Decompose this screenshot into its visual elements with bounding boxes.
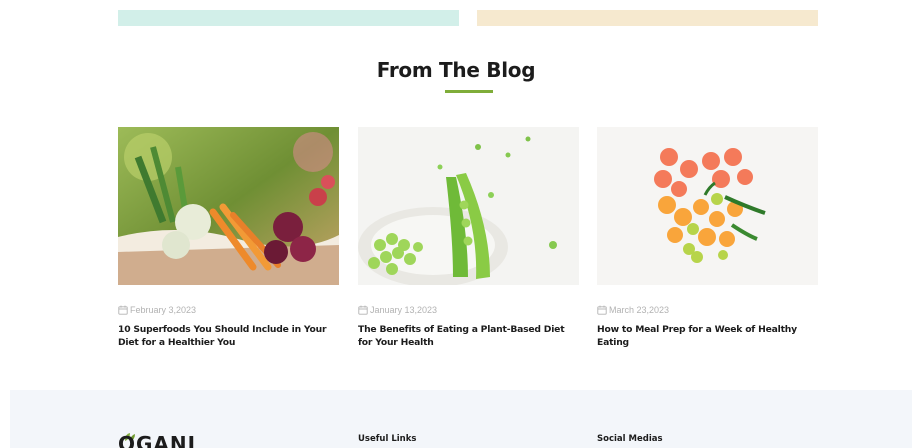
post-date: March 23,2023 (609, 305, 670, 315)
promo-banner-right[interactable] (477, 10, 818, 26)
blog-image-vegetables[interactable] (118, 127, 339, 285)
post-title-link[interactable]: 10 Superfoods You Should Include in Your… (118, 323, 339, 349)
calendar-icon (118, 305, 128, 315)
useful-links-heading: Useful Links (358, 434, 417, 444)
section-title: From The Blog (376, 58, 536, 82)
social-medias-heading: Social Medias (597, 434, 663, 444)
blog-card: January 13,2023 The Benefits of Eating a… (358, 127, 579, 349)
blog-card: February 3,2023 10 Superfoods You Should… (118, 127, 339, 349)
blog-image-peas[interactable] (358, 127, 579, 285)
calendar-icon (597, 305, 607, 315)
blog-image-citrus[interactable] (597, 127, 818, 285)
post-date: January 13,2023 (370, 305, 438, 315)
blog-card: March 23,2023 How to Meal Prep for a Wee… (597, 127, 818, 349)
calendar-icon (358, 305, 368, 315)
promo-banner-left[interactable] (118, 10, 459, 26)
post-title-link[interactable]: The Benefits of Eating a Plant-Based Die… (358, 323, 579, 349)
post-title-link[interactable]: How to Meal Prep for a Week of Healthy E… (597, 323, 818, 349)
post-date: February 3,2023 (130, 305, 197, 315)
footer-logo[interactable]: OGANI (118, 432, 196, 448)
title-underline (445, 90, 493, 93)
